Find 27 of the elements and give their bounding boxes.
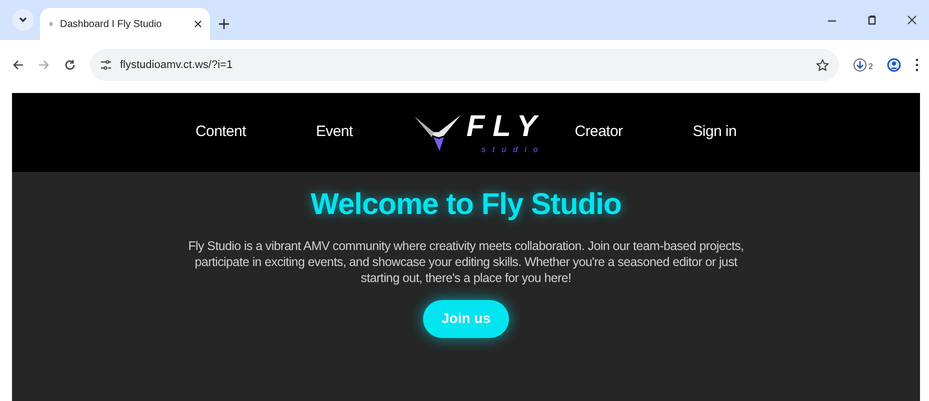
restore-icon[interactable]: [867, 15, 877, 25]
nav-link[interactable]: Content: [196, 121, 246, 144]
star-icon[interactable]: [816, 58, 829, 72]
nav-link[interactable]: Event: [316, 121, 353, 144]
hero-title: Welcome to Fly Studio: [310, 187, 622, 223]
tab-title: Dashboard I Fly Studio: [60, 18, 163, 32]
back-icon[interactable]: [12, 59, 24, 71]
close-icon[interactable]: [907, 15, 917, 25]
hero-description: Fly Studio is a vibrant AMV community where creativity meets collaboration. Join our team-based projects, participate in exciting events, and showcase your editing skills. Whether you're a seasoned editor or just starting out, there's a place for you here!: [187, 238, 745, 286]
browser-tab[interactable]: Dashboard I Fly Studio: [40, 8, 210, 40]
reload-icon[interactable]: [64, 59, 76, 71]
new-tab-icon[interactable]: [218, 18, 230, 30]
url-text: flystudioamv.ct.ws/?i=1: [120, 58, 234, 73]
logo-title: FLY: [466, 112, 545, 142]
logo[interactable]: FLY studio: [412, 108, 545, 158]
download-count: 2: [868, 61, 873, 73]
profile-icon[interactable]: [887, 58, 901, 72]
site-settings-icon[interactable]: [100, 59, 112, 71]
address-bar[interactable]: flystudioamv.ct.ws/?i=1: [90, 49, 839, 81]
nav-link[interactable]: Creator: [574, 121, 623, 144]
download-icon[interactable]: [852, 57, 867, 73]
menu-icon[interactable]: [915, 58, 919, 72]
logo-subtitle: studio: [481, 146, 545, 154]
nav-link[interactable]: Sign in: [692, 121, 736, 144]
page-icon: [48, 21, 54, 27]
tab-list-icon[interactable]: [12, 9, 34, 31]
close-icon[interactable]: [194, 20, 202, 28]
